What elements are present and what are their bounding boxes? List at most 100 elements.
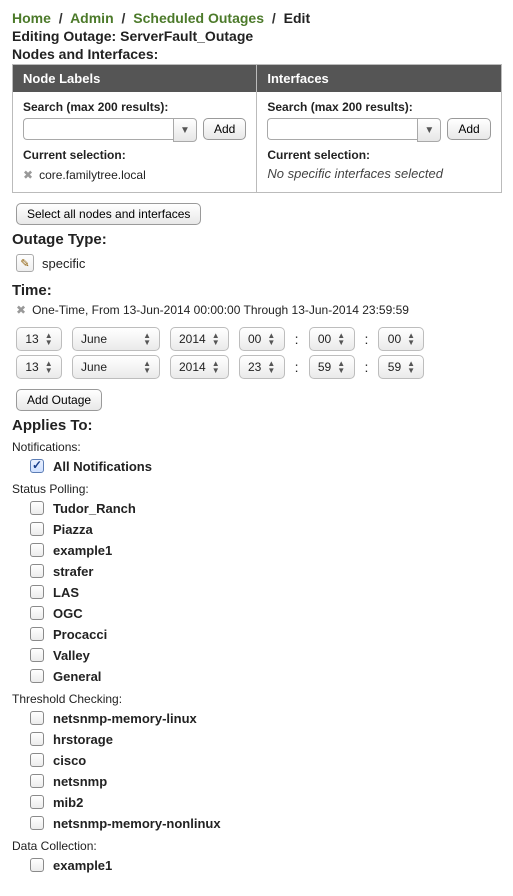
threshold-item-row[interactable]: mib2 [26, 792, 501, 812]
status-polling-label: Status Polling: [12, 482, 501, 496]
crumb-sep: / [59, 10, 63, 26]
interfaces-search-dropdown-icon[interactable]: ▼ [417, 118, 441, 142]
from-hour-select[interactable]: 00▲▼ [239, 327, 285, 351]
outage-type-title: Outage Type: [12, 231, 501, 248]
status-polling-item-checkbox[interactable] [30, 606, 44, 620]
all-notifications-row[interactable]: All Notifications [26, 456, 501, 476]
status-polling-item-checkbox[interactable] [30, 627, 44, 641]
applies-to-title: Applies To: [12, 417, 501, 434]
data-collection-item-checkbox[interactable] [30, 858, 44, 872]
status-polling-item-checkbox[interactable] [30, 501, 44, 515]
crumb-edit: Edit [284, 10, 310, 26]
time-to-row: 13▲▼ June▲▼ 2014▲▼ 23▲▼ : 59▲▼ : 59▲▼ [16, 355, 501, 379]
remove-time-icon[interactable]: ✖ [16, 303, 26, 317]
threshold-item-checkbox[interactable] [30, 711, 44, 725]
to-month-select[interactable]: June▲▼ [72, 355, 160, 379]
from-min-select[interactable]: 00▲▼ [309, 327, 355, 351]
nodes-selection-list: ✖ core.familytree.local [23, 166, 246, 184]
crumb-admin[interactable]: Admin [70, 10, 114, 26]
status-polling-item-checkbox[interactable] [30, 543, 44, 557]
threshold-item-checkbox[interactable] [30, 816, 44, 830]
threshold-item-row[interactable]: hrstorage [26, 729, 501, 749]
threshold-item-row[interactable]: netsnmp-memory-nonlinux [26, 813, 501, 833]
to-day-select[interactable]: 13▲▼ [16, 355, 62, 379]
threshold-item-text: cisco [53, 753, 86, 768]
from-year-select[interactable]: 2014▲▼ [170, 327, 229, 351]
from-sec-select[interactable]: 00▲▼ [378, 327, 424, 351]
all-notifications-checkbox[interactable] [30, 459, 44, 473]
interfaces-add-button[interactable]: Add [447, 118, 490, 140]
threshold-item-text: mib2 [53, 795, 83, 810]
nodes-search-dropdown-icon[interactable]: ▼ [173, 118, 197, 142]
crumb-home[interactable]: Home [12, 10, 51, 26]
threshold-item-row[interactable]: netsnmp [26, 771, 501, 791]
time-colon: : [365, 331, 369, 347]
remove-icon[interactable]: ✖ [23, 168, 33, 182]
stepper-icon: ▲▼ [212, 332, 220, 346]
status-polling-item-row[interactable]: General [26, 666, 501, 686]
data-collection-item-row[interactable]: example1 [26, 855, 501, 875]
nodes-search-combo[interactable]: ▼ [23, 118, 197, 140]
stepper-icon: ▲▼ [407, 360, 415, 374]
status-polling-item-text: Valley [53, 648, 90, 663]
status-polling-item-text: LAS [53, 585, 79, 600]
nodes-current-selection-label: Current selection: [23, 148, 246, 162]
status-polling-item-checkbox[interactable] [30, 648, 44, 662]
status-polling-item-row[interactable]: LAS [26, 582, 501, 602]
threshold-item-text: hrstorage [53, 732, 113, 747]
stepper-icon: ▲▼ [143, 360, 151, 374]
nodes-search-label: Search (max 200 results): [23, 100, 246, 114]
from-day-select[interactable]: 13▲▼ [16, 327, 62, 351]
time-colon: : [295, 359, 299, 375]
col-header-nodes: Node Labels [13, 65, 257, 92]
editing-title: Editing Outage: ServerFault_Outage [12, 28, 501, 44]
time-summary: One-Time, From 13-Jun-2014 00:00:00 Thro… [32, 303, 409, 317]
status-polling-item-text: Piazza [53, 522, 93, 537]
stepper-icon: ▲▼ [143, 332, 151, 346]
interfaces-search-label: Search (max 200 results): [267, 100, 490, 114]
col-header-interfaces: Interfaces [257, 65, 500, 92]
nodes-search-input[interactable] [23, 118, 173, 140]
to-hour-select[interactable]: 23▲▼ [239, 355, 285, 379]
interfaces-search-combo[interactable]: ▼ [267, 118, 441, 140]
to-min-select[interactable]: 59▲▼ [309, 355, 355, 379]
threshold-item-text: netsnmp [53, 774, 107, 789]
nodes-add-button[interactable]: Add [203, 118, 246, 140]
status-polling-item-row[interactable]: OGC [26, 603, 501, 623]
stepper-icon: ▲▼ [407, 332, 415, 346]
from-month-select[interactable]: June▲▼ [72, 327, 160, 351]
status-polling-item-row[interactable]: Piazza [26, 519, 501, 539]
add-outage-button[interactable]: Add Outage [16, 389, 102, 411]
data-collection-label: Data Collection: [12, 839, 501, 853]
edit-icon[interactable]: ✎ [16, 254, 34, 272]
status-polling-item-row[interactable]: Procacci [26, 624, 501, 644]
threshold-item-checkbox[interactable] [30, 753, 44, 767]
interfaces-search-input[interactable] [267, 118, 417, 140]
stepper-icon: ▲▼ [337, 332, 345, 346]
crumb-scheduled-outages[interactable]: Scheduled Outages [133, 10, 264, 26]
status-polling-item-row[interactable]: strafer [26, 561, 501, 581]
threshold-item-checkbox[interactable] [30, 732, 44, 746]
status-polling-item-text: strafer [53, 564, 93, 579]
threshold-item-checkbox[interactable] [30, 795, 44, 809]
status-polling-item-text: Tudor_Ranch [53, 501, 136, 516]
threshold-checking-label: Threshold Checking: [12, 692, 501, 706]
status-polling-item-checkbox[interactable] [30, 585, 44, 599]
status-polling-item-row[interactable]: example1 [26, 540, 501, 560]
to-sec-select[interactable]: 59▲▼ [378, 355, 424, 379]
status-polling-item-text: example1 [53, 543, 112, 558]
status-polling-item-row[interactable]: Valley [26, 645, 501, 665]
to-year-select[interactable]: 2014▲▼ [170, 355, 229, 379]
status-polling-item-checkbox[interactable] [30, 522, 44, 536]
select-all-button[interactable]: Select all nodes and interfaces [16, 203, 201, 225]
all-notifications-text: All Notifications [53, 459, 152, 474]
status-polling-item-row[interactable]: Tudor_Ranch [26, 498, 501, 518]
threshold-item-row[interactable]: netsnmp-memory-linux [26, 708, 501, 728]
status-polling-item-checkbox[interactable] [30, 564, 44, 578]
interfaces-none-selected: No specific interfaces selected [267, 166, 490, 181]
threshold-item-checkbox[interactable] [30, 774, 44, 788]
threshold-item-row[interactable]: cisco [26, 750, 501, 770]
stepper-icon: ▲▼ [267, 332, 275, 346]
status-polling-item-checkbox[interactable] [30, 669, 44, 683]
interfaces-current-selection-label: Current selection: [267, 148, 490, 162]
